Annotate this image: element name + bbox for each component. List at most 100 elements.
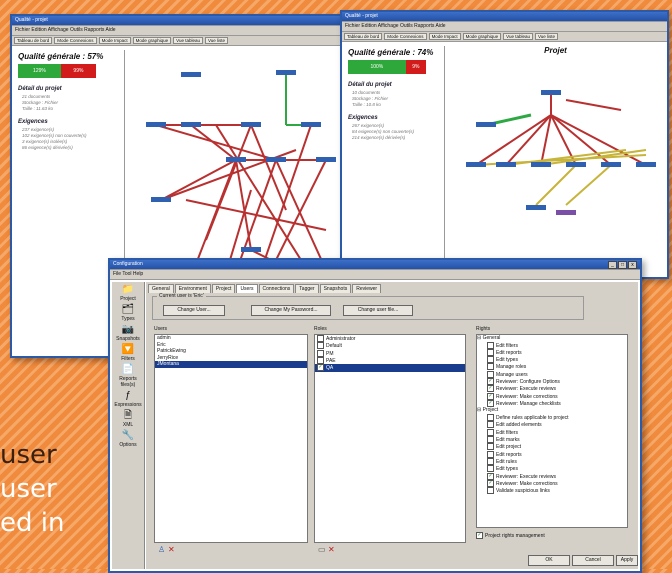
cancel-button[interactable]: Cancel bbox=[572, 555, 614, 566]
right-checkbox[interactable] bbox=[487, 443, 494, 451]
delete-role-icon[interactable]: ✕ bbox=[328, 545, 335, 554]
sidebar-item[interactable]: 🗂 Types bbox=[112, 304, 144, 322]
right-checkbox[interactable] bbox=[487, 370, 494, 378]
right-item[interactable]: Edit marks bbox=[477, 435, 627, 443]
role-checkbox[interactable] bbox=[317, 356, 324, 364]
change-user-button[interactable]: Change User... bbox=[163, 305, 225, 316]
right-item[interactable]: ✓ Reviewer: Manage checklists bbox=[477, 400, 627, 408]
menu-item[interactable]: Tool bbox=[122, 271, 133, 277]
config-tab[interactable]: Project bbox=[211, 284, 236, 293]
right-item[interactable]: Edit reports bbox=[477, 450, 627, 458]
mode-tab[interactable]: Vue tableau bbox=[173, 37, 203, 44]
right-checkbox[interactable] bbox=[487, 413, 494, 421]
right-checkbox[interactable] bbox=[487, 457, 494, 465]
rights-tree[interactable]: ⊟ General Edit filters Edit reports Edit ty… bbox=[476, 334, 628, 528]
right-checkbox[interactable] bbox=[487, 421, 494, 429]
users-list[interactable]: admin Eric PatrickEwing JerryRice JMontana bbox=[154, 334, 308, 543]
right-item[interactable]: Manage users bbox=[477, 370, 627, 378]
right-item[interactable]: Validate suspicious links bbox=[477, 487, 627, 495]
right-checkbox[interactable]: ✓ bbox=[487, 385, 494, 393]
mode-tab[interactable]: Tableau de bord bbox=[344, 33, 383, 40]
right-item[interactable]: Edit filters bbox=[477, 341, 627, 349]
right-checkbox[interactable] bbox=[487, 487, 494, 495]
right-checkbox[interactable]: ✓ bbox=[487, 378, 494, 386]
sidebar-item[interactable]: 📄 Reports files(s) bbox=[112, 364, 144, 388]
user-item[interactable]: JMontana bbox=[155, 361, 307, 368]
menu-item[interactable]: File bbox=[113, 271, 122, 277]
mode-tab[interactable]: Vue liste bbox=[204, 37, 229, 44]
right-item[interactable]: Define rules applicable to project bbox=[477, 413, 627, 421]
maximize-button[interactable]: □ bbox=[618, 261, 627, 269]
right-item[interactable]: Edit types bbox=[477, 356, 627, 364]
add-user-icon[interactable]: ♙ bbox=[158, 545, 165, 554]
config-tab[interactable]: Reviewer bbox=[352, 284, 382, 293]
config-tab[interactable]: General bbox=[148, 284, 174, 293]
change-user-file-button[interactable]: Change user file... bbox=[343, 305, 413, 316]
right-checkbox[interactable] bbox=[487, 450, 494, 458]
right-item[interactable]: Edit filters bbox=[477, 428, 627, 436]
right-item[interactable]: ✓ Reviewer: Make corrections bbox=[477, 479, 627, 487]
mode-tab[interactable]: Vue tableau bbox=[503, 33, 533, 40]
right-checkbox[interactable] bbox=[487, 356, 494, 364]
right-checkbox[interactable] bbox=[487, 341, 494, 349]
sidebar-item[interactable]: 📷 Snapshots bbox=[112, 324, 144, 342]
sidebar-item[interactable]: ƒ Expressions bbox=[112, 390, 144, 408]
ok-button[interactable]: OK bbox=[528, 555, 570, 566]
role-checkbox[interactable] bbox=[317, 349, 324, 357]
delete-user-icon[interactable]: ✕ bbox=[168, 545, 175, 554]
role-checkbox[interactable] bbox=[317, 342, 324, 350]
right-checkbox[interactable]: ✓ bbox=[487, 400, 494, 408]
role-checkbox[interactable] bbox=[317, 335, 324, 342]
window-2-graph-canvas[interactable]: Projet bbox=[446, 46, 665, 275]
right-checkbox[interactable]: ✓ bbox=[487, 479, 494, 487]
sidebar-item[interactable]: 📁 Project bbox=[112, 284, 144, 302]
right-item[interactable]: Edit reports bbox=[477, 348, 627, 356]
close-button[interactable]: x bbox=[628, 261, 637, 269]
change-password-button[interactable]: Change My Password... bbox=[251, 305, 331, 316]
mode-tab[interactable]: Vue liste bbox=[534, 33, 559, 40]
roles-list[interactable]: Administrator Default PM PAE ✓ QA bbox=[314, 334, 466, 543]
right-checkbox[interactable] bbox=[487, 363, 494, 371]
role-item[interactable]: ✓ QA bbox=[315, 364, 465, 372]
sidebar-item[interactable]: 🗎 XML bbox=[112, 410, 144, 428]
right-checkbox[interactable] bbox=[487, 428, 494, 436]
right-item[interactable]: Edit rules bbox=[477, 457, 627, 465]
menu-item[interactable]: Help bbox=[133, 271, 143, 277]
config-tab[interactable]: Environment bbox=[174, 284, 211, 293]
minimize-button[interactable]: _ bbox=[608, 261, 617, 269]
mode-tab[interactable]: Mode Connexions bbox=[54, 37, 97, 44]
role-item[interactable]: PM bbox=[315, 349, 465, 357]
add-role-icon[interactable]: ▭ bbox=[318, 545, 326, 554]
right-checkbox[interactable] bbox=[487, 465, 494, 473]
mode-tab[interactable]: Mode Connexions bbox=[384, 33, 427, 40]
right-item[interactable]: Edit added elements bbox=[477, 421, 627, 429]
mode-tab[interactable]: Mode Impact bbox=[428, 33, 461, 40]
right-item[interactable]: ✓ Reviewer: Configure Options bbox=[477, 378, 627, 386]
role-checkbox[interactable]: ✓ bbox=[317, 364, 324, 372]
right-checkbox[interactable]: ✓ bbox=[487, 472, 494, 480]
right-item[interactable]: Edit types bbox=[477, 465, 627, 473]
mode-tab[interactable]: Mode Impact bbox=[98, 37, 131, 44]
right-checkbox[interactable]: ✓ bbox=[487, 392, 494, 400]
config-tab[interactable]: Users bbox=[236, 284, 258, 293]
right-item[interactable]: Edit project bbox=[477, 443, 627, 451]
right-item[interactable]: Manage roles bbox=[477, 363, 627, 371]
config-tab[interactable]: Snapshots bbox=[319, 284, 352, 293]
role-item[interactable]: Administrator bbox=[315, 335, 465, 342]
config-tab[interactable]: Connections bbox=[258, 284, 295, 293]
right-item[interactable]: ✓ Reviewer: Execute reviews bbox=[477, 385, 627, 393]
right-checkbox[interactable] bbox=[487, 348, 494, 356]
apply-button[interactable]: Apply bbox=[616, 555, 638, 566]
right-item[interactable]: ✓ Reviewer: Execute reviews bbox=[477, 472, 627, 480]
config-tab[interactable]: Tagger bbox=[295, 284, 319, 293]
right-checkbox[interactable] bbox=[487, 435, 494, 443]
role-item[interactable]: PAE bbox=[315, 356, 465, 364]
mode-tab[interactable]: Mode graphique bbox=[132, 37, 172, 44]
project-rights-checkbox[interactable]: ✓ bbox=[476, 532, 483, 539]
sidebar-item[interactable]: 🔧 Options bbox=[112, 430, 144, 448]
right-item[interactable]: ✓ Reviewer: Make corrections bbox=[477, 392, 627, 400]
project-rights-mgmt[interactable]: ✓ Project rights management bbox=[476, 532, 545, 539]
sidebar-item[interactable]: 🔽 Filters bbox=[112, 344, 144, 362]
role-item[interactable]: Default bbox=[315, 342, 465, 350]
mode-tab[interactable]: Mode graphique bbox=[462, 33, 502, 40]
